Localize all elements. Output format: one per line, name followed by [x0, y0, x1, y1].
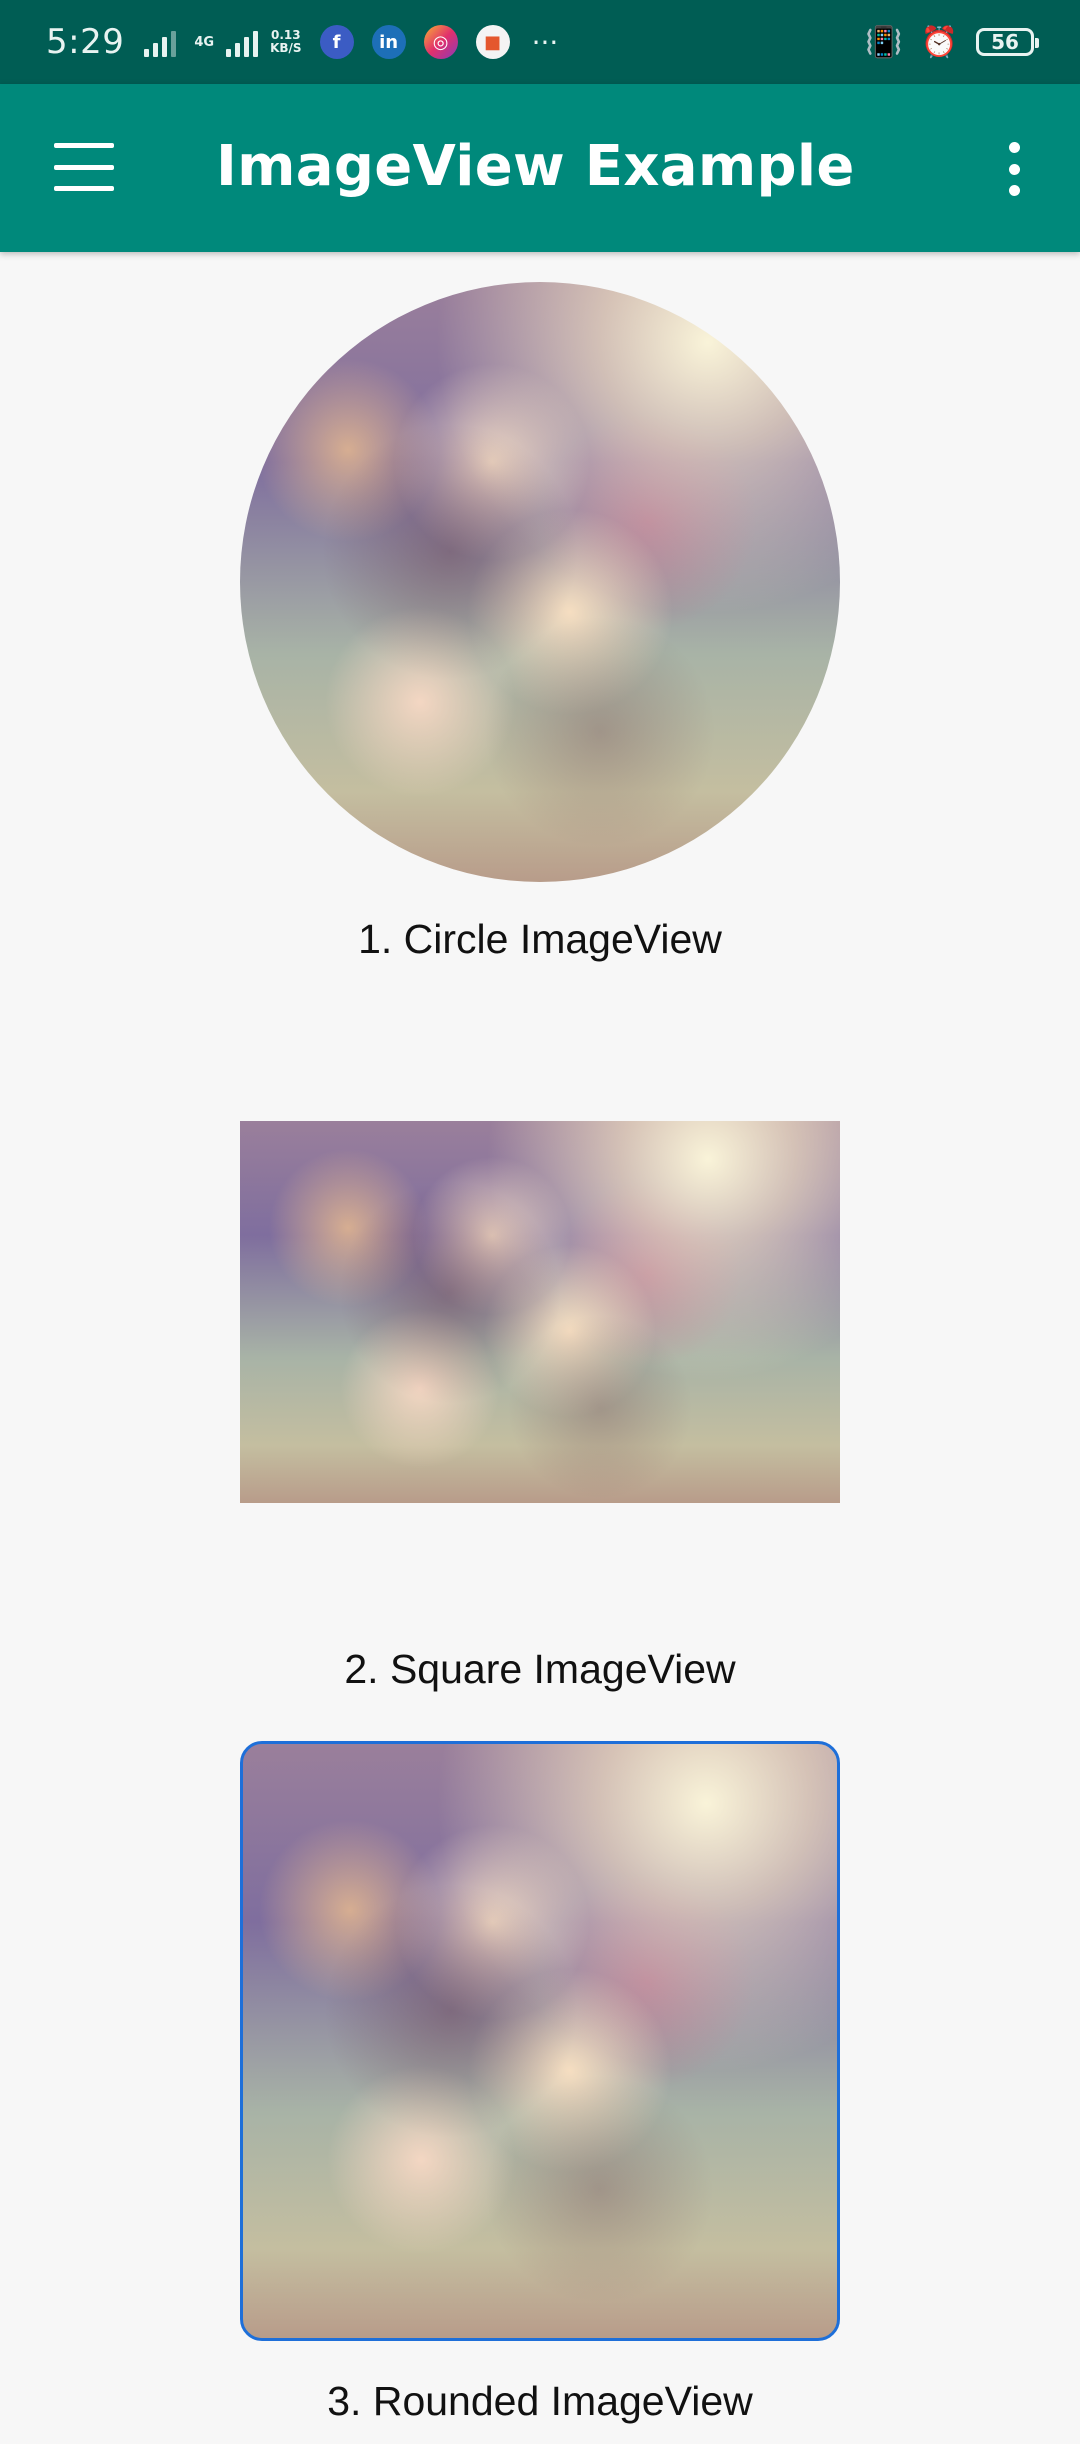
square-imageview: [240, 1121, 840, 1503]
hamburger-menu-icon[interactable]: [54, 143, 114, 191]
status-bar-right: 📳 ⏰ 56: [865, 24, 1039, 60]
battery-icon: 56: [976, 28, 1039, 56]
overflow-menu-icon[interactable]: [1004, 142, 1024, 196]
instagram-icon: ◎: [423, 25, 458, 59]
linkedin-icon: in: [371, 25, 406, 59]
signal-strength-icon-2: [226, 27, 259, 57]
circle-imageview: [240, 282, 840, 882]
more-notifications-icon: ···: [531, 25, 559, 59]
alarm-icon: ⏰: [920, 24, 958, 60]
rounded-imageview: [240, 1741, 840, 2341]
status-bar: 5:29 4G 0.13 KB/S f in ◎ ■ ··· 📳 ⏰ 56: [0, 0, 1080, 84]
square-imageview-caption: 2. Square ImageView: [344, 1646, 736, 1692]
rounded-imageview-caption: 3. Rounded ImageView: [327, 2378, 753, 2424]
data-speed-unit: KB/S: [270, 41, 302, 55]
facebook-icon: f: [319, 25, 354, 59]
app-bar-title: ImageView Example: [216, 134, 855, 199]
data-speed: 0.13 KB/S: [270, 29, 301, 55]
status-bar-left: 5:29 4G 0.13 KB/S f in ◎ ■ ···: [46, 22, 558, 62]
vibrate-icon: 📳: [865, 24, 903, 60]
app-bar: ImageView Example: [0, 84, 1080, 252]
network-type-label: 4G: [194, 34, 215, 50]
app-icon: ■: [475, 25, 510, 59]
signal-strength-icon: [144, 27, 177, 57]
status-time: 5:29: [46, 22, 125, 62]
battery-level: 56: [991, 30, 1019, 54]
circle-imageview-caption: 1. Circle ImageView: [358, 916, 722, 962]
